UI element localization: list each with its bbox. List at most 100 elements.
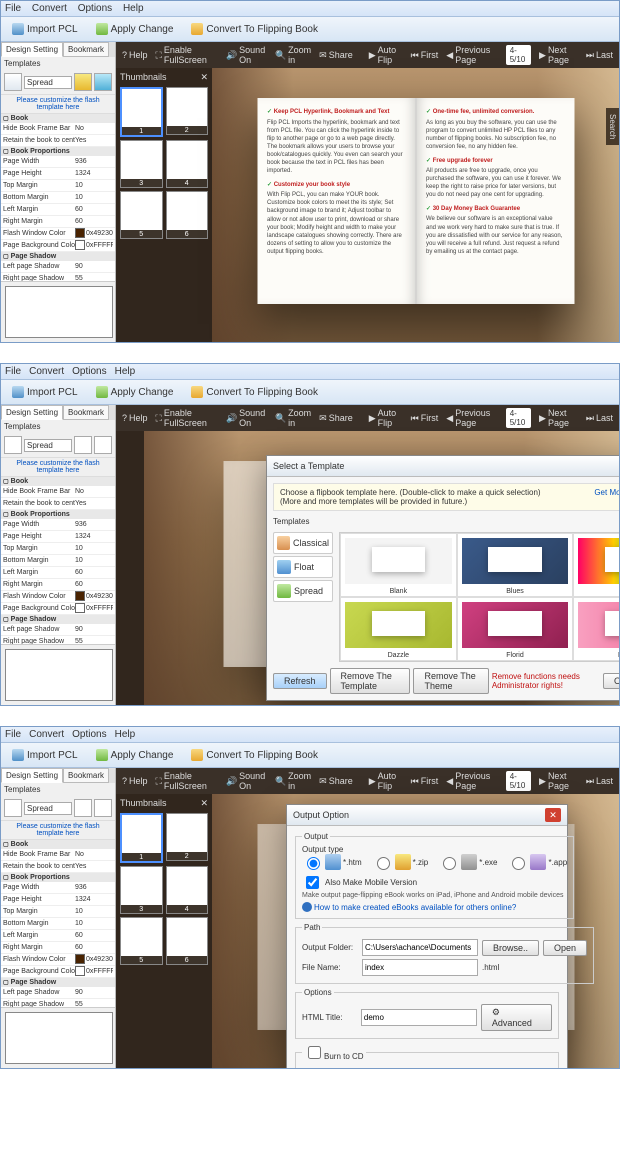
property-row[interactable]: Right Margin60 xyxy=(1,216,115,228)
property-row[interactable]: Retain the book to centerYes xyxy=(1,861,115,873)
browse-button[interactable]: Browse.. xyxy=(482,940,539,956)
fullscreen-button[interactable]: ⛶ Enable FullScreen xyxy=(156,45,218,65)
zoom-button[interactable]: 🔍 Zoom in xyxy=(275,45,311,65)
property-row[interactable]: Left page Shadow90 xyxy=(1,624,115,636)
apply-change-button[interactable]: Apply Change xyxy=(89,383,181,401)
property-row[interactable]: Retain the book to centerYes xyxy=(1,498,115,510)
template-type-spread[interactable]: Spread xyxy=(273,580,333,602)
property-row[interactable]: Left page Shadow90 xyxy=(1,987,115,999)
page-indicator[interactable]: 4-5/10 xyxy=(506,45,531,65)
property-row[interactable]: Left page Shadow90 xyxy=(1,261,115,273)
property-row[interactable]: Right Margin60 xyxy=(1,579,115,591)
template-blank[interactable]: Blank xyxy=(340,533,457,597)
prev-page-button[interactable]: ◀ Previous Page xyxy=(446,45,497,65)
more-themes-link[interactable]: Get More Themes Online xyxy=(594,488,619,506)
last-page-button[interactable]: ⏭ Last xyxy=(586,50,613,61)
radio-zip[interactable]: *.zip xyxy=(372,854,429,870)
template-colorful[interactable]: Colorful xyxy=(573,533,619,597)
template-florid[interactable]: Florid xyxy=(457,597,574,661)
how-to-link[interactable]: How to make created eBooks available for… xyxy=(302,902,516,912)
flipbook[interactable]: Keep PCL Hyperlink, Bookmark and TextFli… xyxy=(257,98,574,304)
remove-theme-button[interactable]: Remove The Theme xyxy=(413,668,488,694)
tab-design-setting[interactable]: Design Setting xyxy=(1,42,63,57)
search-tab[interactable]: Search xyxy=(606,108,619,145)
property-row[interactable]: Hide Book Frame BarNo xyxy=(1,123,115,135)
thumbnail[interactable]: 6 xyxy=(166,191,209,239)
template-select[interactable]: Spread xyxy=(24,76,72,89)
next-page-button[interactable]: ▶ Next Page xyxy=(539,45,578,65)
import-pcl-button[interactable]: Import PCL xyxy=(5,383,85,401)
apply-change-button[interactable]: Apply Change xyxy=(89,20,181,38)
menu-help[interactable]: Help xyxy=(123,3,144,14)
thumbnail[interactable]: 5 xyxy=(120,917,163,965)
thumbnails-close[interactable]: ✕ xyxy=(200,72,208,83)
property-row[interactable]: Bottom Margin10 xyxy=(1,192,115,204)
thumbnail[interactable]: 4 xyxy=(166,866,209,914)
import-pcl-button[interactable]: Import PCL xyxy=(5,20,85,38)
thumbnail[interactable]: 2 xyxy=(166,87,209,135)
template-save-button[interactable] xyxy=(74,73,92,91)
property-row[interactable]: Page Width936 xyxy=(1,882,115,894)
customize-link[interactable]: Please customize the flash template here xyxy=(1,95,115,114)
book-stage[interactable]: Keep PCL Hyperlink, Bookmark and TextFli… xyxy=(212,68,619,342)
burn-checkbox[interactable]: Burn to CD xyxy=(304,1052,364,1061)
output-folder-input[interactable] xyxy=(362,939,478,956)
property-row[interactable]: Page Background Color0xFFFFFF xyxy=(1,966,115,978)
property-row[interactable]: Right page Shadow55 xyxy=(1,999,115,1007)
remove-template-button[interactable]: Remove The Template xyxy=(330,668,411,694)
convert-button[interactable]: Convert To Flipping Book xyxy=(184,383,325,401)
autoflip-button[interactable]: ▶ Auto Flip xyxy=(369,45,403,65)
property-row[interactable]: Page Background Color0xFFFFFF xyxy=(1,240,115,252)
radio-app[interactable]: *.app xyxy=(507,854,567,870)
refresh-button[interactable]: Refresh xyxy=(273,673,327,689)
property-row[interactable]: Right page Shadow55 xyxy=(1,636,115,644)
thumbnail[interactable]: 3 xyxy=(120,140,163,188)
template-type-float[interactable]: Float xyxy=(273,556,333,578)
menu-convert[interactable]: Convert xyxy=(32,3,67,14)
thumbnail[interactable]: 4 xyxy=(166,140,209,188)
property-row[interactable]: Left Margin60 xyxy=(1,930,115,942)
also-mobile-checkbox[interactable]: Also Make Mobile Version xyxy=(302,873,567,892)
property-row[interactable]: Right Margin60 xyxy=(1,942,115,954)
ok-button[interactable]: OK xyxy=(603,673,619,689)
radio-exe[interactable]: *.exe xyxy=(438,854,497,870)
radio-htm[interactable]: *.htm xyxy=(302,854,362,870)
property-row[interactable]: Page Height1324 xyxy=(1,531,115,543)
property-row[interactable]: Page Height1324 xyxy=(1,894,115,906)
first-page-button[interactable]: ⏮ First xyxy=(411,50,439,61)
property-row[interactable]: Bottom Margin10 xyxy=(1,555,115,567)
menu-file[interactable]: File xyxy=(5,3,21,14)
advanced-button[interactable]: ⚙ Advanced xyxy=(481,1004,552,1031)
open-button[interactable]: Open xyxy=(543,940,587,956)
property-row[interactable]: Top Margin10 xyxy=(1,180,115,192)
convert-button[interactable]: Convert To Flipping Book xyxy=(184,20,325,38)
property-row[interactable]: Bottom Margin10 xyxy=(1,918,115,930)
template-flow-red[interactable]: Flow-red xyxy=(573,597,619,661)
property-row[interactable]: Retain the book to centerYes xyxy=(1,135,115,147)
thumbnail[interactable]: 2 xyxy=(166,813,209,861)
property-row[interactable]: Top Margin10 xyxy=(1,906,115,918)
property-row[interactable]: Flash Window Color0x492301 xyxy=(1,228,115,240)
tab-bookmark[interactable]: Bookmark xyxy=(63,42,109,57)
thumbnail[interactable]: 6 xyxy=(166,917,209,965)
property-row[interactable]: Top Margin10 xyxy=(1,543,115,555)
properties-grid[interactable]: BookHide Book Frame BarNoRetain the book… xyxy=(1,114,115,281)
property-row[interactable]: Left Margin60 xyxy=(1,567,115,579)
thumbnail[interactable]: 1 xyxy=(120,87,163,137)
property-row[interactable]: Hide Book Frame BarNo xyxy=(1,849,115,861)
share-button[interactable]: ✉ Share xyxy=(319,50,353,61)
menu-options[interactable]: Options xyxy=(78,3,112,14)
property-row[interactable]: Page Width936 xyxy=(1,519,115,531)
property-row[interactable]: Right page Shadow55 xyxy=(1,273,115,281)
property-row[interactable]: Page Background Color0xFFFFFF xyxy=(1,603,115,615)
thumbnail[interactable]: 3 xyxy=(120,866,163,914)
html-title-input[interactable] xyxy=(361,1009,477,1026)
template-export-button[interactable] xyxy=(94,73,112,91)
property-row[interactable]: Flash Window Color0x492301 xyxy=(1,591,115,603)
property-row[interactable]: Left Margin60 xyxy=(1,204,115,216)
property-row[interactable]: Flash Window Color0x492301 xyxy=(1,954,115,966)
property-row[interactable]: Hide Book Frame BarNo xyxy=(1,486,115,498)
thumbnail[interactable]: 1 xyxy=(120,813,163,863)
template-type-classical[interactable]: Classical xyxy=(273,532,333,554)
template-open-button[interactable] xyxy=(4,73,22,91)
